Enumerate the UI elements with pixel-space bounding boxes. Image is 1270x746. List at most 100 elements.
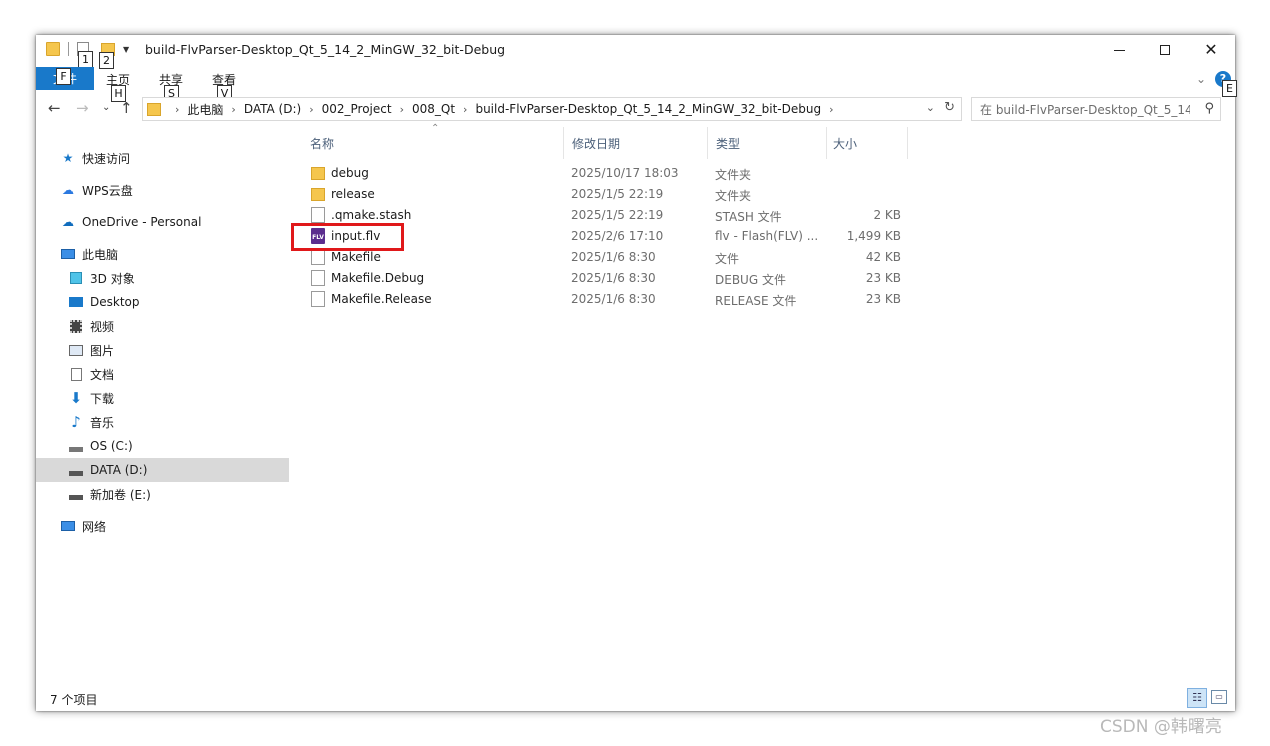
nav-item-desktop[interactable]: Desktop [68,290,140,314]
table-row[interactable]: release 2025/1/5 22:19 文件夹 [291,184,911,205]
column-header-label: 类型 [716,136,741,151]
file-type: RELEASE 文件 [715,294,797,308]
chevron-right-icon[interactable]: › [309,103,313,116]
file-date: 2025/2/6 17:10 [571,229,664,243]
folder-icon [46,42,60,56]
nav-item-label: 快速访问 [82,151,131,166]
nav-item-new-volume-e[interactable]: 新加卷 (E:) [68,482,151,506]
document-icon [68,367,84,381]
nav-item-label: 文档 [90,367,115,382]
expand-ribbon-icon[interactable]: ⌄ [1196,72,1206,86]
column-header-type[interactable]: 类型 [708,127,827,159]
ribbon-tabs: 文件 F 主页 共享 查看 H S V ⌄ ? E [36,67,1237,102]
file-type: flv - Flash(FLV) ... [715,229,819,243]
chevron-right-icon[interactable]: › [463,103,467,116]
file-name: Makefile.Release [331,292,432,306]
column-header-size[interactable]: 大小 [827,127,908,159]
nav-item-label: 网络 [82,519,107,534]
nav-item-label: WPS云盘 [82,183,133,198]
breadcrumb-this-pc[interactable]: 此电脑 [187,101,223,118]
nav-item-downloads[interactable]: ⬇ 下载 [68,386,114,410]
navigation-pane: ★ 快速访问 ☁ WPS云盘 ☁ OneDrive - Personal 此电脑… [36,127,289,687]
desktop-icon [68,295,84,309]
file-size: 1,499 KB [846,229,901,243]
nav-item-wps-cloud[interactable]: ☁ WPS云盘 [60,178,133,202]
file-date: 2025/1/6 8:30 [571,250,656,264]
file-type: 文件夹 [715,168,752,182]
music-icon: ♪ [71,413,81,431]
refresh-icon[interactable]: ↻ [944,100,955,115]
folder-icon [311,167,325,180]
file-list: ⌃ 名称 修改日期 类型 大小 debug 2025/10/17 18:03 文… [291,123,1231,687]
file-date: 2025/1/5 22:19 [571,187,664,201]
address-row: ← → ⌄ ↑ › 此电脑 › DATA (D:) › 002_Project … [36,93,1235,125]
nav-item-label: 下载 [90,391,115,406]
nav-item-label: OneDrive - Personal [82,215,202,229]
chevron-right-icon[interactable]: › [231,103,235,116]
nav-item-label: 视频 [90,319,115,334]
chevron-right-icon[interactable]: › [829,103,833,116]
breadcrumb-build-folder[interactable]: build-FlvParser-Desktop_Qt_5_14_2_MinGW_… [475,102,821,116]
nav-item-quick-access[interactable]: ★ 快速访问 [60,146,130,170]
nav-item-documents[interactable]: 文档 [68,362,114,386]
large-icons-view-icon[interactable]: ▭ [1211,690,1227,704]
column-header-name[interactable]: 名称 [291,127,564,159]
close-button[interactable]: ✕ [1188,35,1234,65]
toolbar-divider [68,42,69,56]
recent-locations-icon[interactable]: ⌄ [102,102,110,113]
nav-item-data-d[interactable]: DATA (D:) [36,458,289,482]
customize-toolbar-icon[interactable]: ▼ [123,45,129,54]
breadcrumb-002-project[interactable]: 002_Project [322,102,392,116]
file-icon [311,249,325,265]
picture-icon [68,343,84,357]
nav-item-3d-objects[interactable]: 3D 对象 [68,266,135,290]
breadcrumb-data-drive[interactable]: DATA (D:) [244,102,301,116]
folder-icon [311,188,325,201]
back-arrow-icon[interactable]: ← [48,99,61,117]
nav-item-music[interactable]: ♪ 音乐 [68,410,114,434]
breadcrumb: › 此电脑 › DATA (D:) › 002_Project › 008_Qt… [167,101,842,118]
file-icon [311,270,325,286]
chevron-right-icon[interactable]: › [175,103,179,116]
close-icon: ✕ [1204,40,1218,59]
file-name: Makefile.Debug [331,271,425,285]
file-size: 42 KB [865,250,901,264]
search-placeholder: 在 build-FlvParser-Desktop_Qt_5_14... [980,102,1190,117]
nav-item-this-pc[interactable]: 此电脑 [60,242,118,266]
nav-item-network[interactable]: 网络 [60,514,106,538]
details-view-icon[interactable]: ☷ [1187,688,1207,708]
chevron-right-icon[interactable]: › [400,103,404,116]
up-arrow-icon[interactable]: ↑ [120,99,133,117]
maximize-button[interactable] [1142,35,1188,65]
file-icon [311,207,325,223]
file-size: 2 KB [873,208,901,222]
file-type: 文件夹 [715,189,752,203]
cube-icon [68,271,84,285]
column-header-label: 名称 [310,136,335,151]
file-size: 23 KB [865,292,901,306]
table-row[interactable]: debug 2025/10/17 18:03 文件夹 [291,163,911,184]
file-size: 23 KB [865,271,901,285]
search-icon: ⚲ [1204,101,1214,116]
minimize-button[interactable] [1096,35,1142,65]
chevron-down-icon[interactable]: ⌄ [926,101,935,114]
table-row[interactable]: Makefile.Release 2025/1/6 8:30 RELEASE 文… [291,289,911,310]
drive-icon [68,463,84,477]
file-name: debug [331,166,369,180]
nav-item-pictures[interactable]: 图片 [68,338,114,362]
column-header-date[interactable]: 修改日期 [564,127,708,159]
file-name: Makefile [331,250,381,264]
nav-item-label: 新加卷 (E:) [90,487,151,502]
address-bar[interactable]: › 此电脑 › DATA (D:) › 002_Project › 008_Qt… [142,97,962,121]
breadcrumb-008-qt[interactable]: 008_Qt [412,102,455,116]
forward-arrow-icon[interactable]: → [76,99,89,117]
onedrive-icon: ☁ [62,215,74,229]
nav-item-os-c[interactable]: OS (C:) [68,434,133,458]
file-type: STASH 文件 [715,210,782,224]
search-input[interactable]: 在 build-FlvParser-Desktop_Qt_5_14... ⚲ [971,97,1221,121]
nav-item-label: 音乐 [90,415,115,430]
table-row[interactable]: Makefile.Debug 2025/1/6 8:30 DEBUG 文件 23… [291,268,911,289]
nav-item-videos[interactable]: 视频 [68,314,114,338]
nav-item-onedrive[interactable]: ☁ OneDrive - Personal [60,210,201,234]
minimize-icon [1113,49,1125,51]
